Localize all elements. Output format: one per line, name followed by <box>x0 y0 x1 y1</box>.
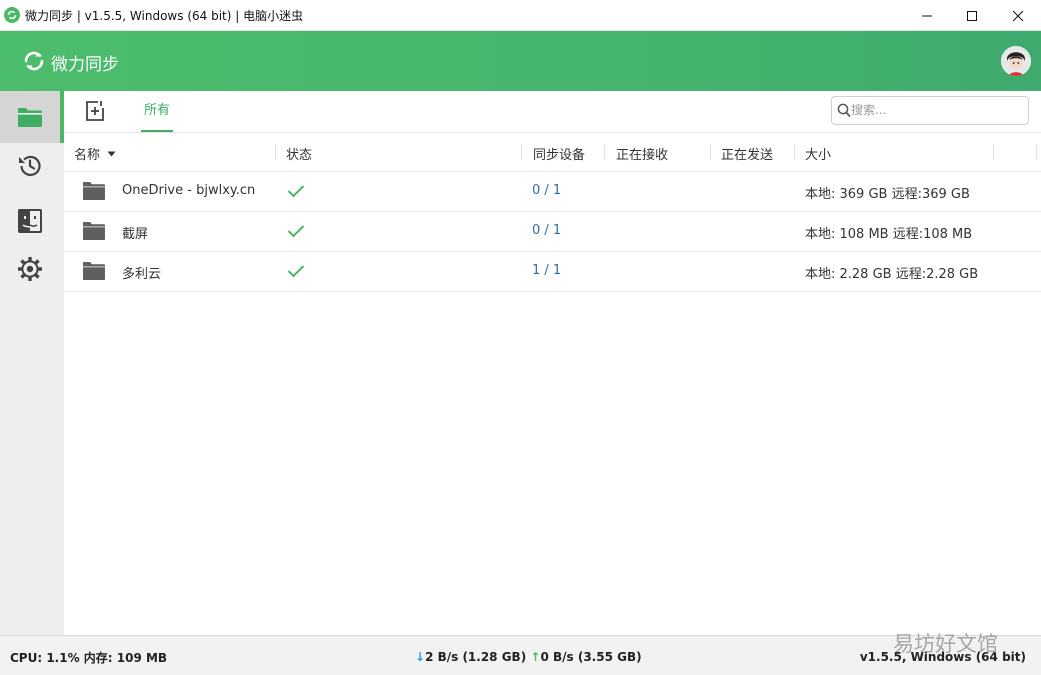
column-divider[interactable] <box>521 145 522 159</box>
folder-icon <box>83 262 105 280</box>
tab-all[interactable]: 所有 <box>141 91 173 132</box>
sidebar-item-history[interactable] <box>0 143 60 189</box>
upload-arrow-icon: ↑ <box>530 650 541 664</box>
cpu-memory-status: CPU: 1.1% 内存: 109 MB <box>10 651 168 665</box>
col-receiving-header[interactable]: 正在接收 <box>616 144 668 163</box>
folder-size: 本地: 369 GB 远程:369 GB <box>805 187 970 202</box>
sort-desc-icon <box>107 151 116 157</box>
search-box[interactable] <box>831 96 1029 125</box>
column-divider[interactable] <box>275 145 276 159</box>
table-header: 名称 状态 同步设备 正在接收 正在发送 大小 <box>64 132 1041 172</box>
synced-check-icon <box>287 185 305 198</box>
table-row[interactable]: 多利云 1 / 1 本地: 2.28 GB 远程:2.28 GB <box>64 252 1041 292</box>
add-folder-icon <box>86 101 104 121</box>
folder-name: OneDrive - bjwlxy.cn <box>122 183 256 198</box>
add-folder-button[interactable] <box>84 100 106 122</box>
col-name-label: 名称 <box>74 148 101 163</box>
folder-name: 截屏 <box>122 227 149 242</box>
window-title: 微力同步 | v1.5.5, Windows (64 bit) | 电脑小迷虫 <box>25 9 304 23</box>
search-icon <box>837 103 851 118</box>
status-bar: CPU: 1.1% 内存: 109 MB ↓2 B/s (1.28 GB) ↑0… <box>0 635 1041 675</box>
history-icon <box>19 155 41 176</box>
folder-icon <box>83 182 105 200</box>
app-brand-name: 微力同步 <box>51 55 119 75</box>
sidebar-item-folders[interactable] <box>0 91 60 143</box>
upload-rate: 0 B/s (3.55 GB) <box>540 650 642 664</box>
synced-check-icon <box>287 265 305 278</box>
folder-name: 多利云 <box>122 267 162 282</box>
search-input[interactable] <box>851 101 1021 119</box>
app-header: 微力同步 <box>0 31 1041 91</box>
sync-devices-link[interactable]: 0 / 1 <box>532 223 561 238</box>
watermark: 易坊好文馆 <box>893 632 998 656</box>
traffic-status: ↓2 B/s (1.28 GB) ↑0 B/s (3.55 GB) <box>415 650 642 664</box>
column-divider[interactable] <box>710 145 711 159</box>
sidebar-item-devices[interactable] <box>0 198 60 244</box>
sync-logo-icon <box>22 49 46 77</box>
user-avatar[interactable] <box>1001 46 1031 76</box>
column-divider[interactable] <box>604 145 605 159</box>
folder-icon <box>83 222 105 240</box>
gear-icon <box>18 257 42 281</box>
table-row[interactable]: OneDrive - bjwlxy.cn 0 / 1 本地: 369 GB 远程… <box>64 172 1041 212</box>
col-name-header[interactable]: 名称 <box>74 144 116 163</box>
sync-devices-link[interactable]: 0 / 1 <box>532 183 561 198</box>
synced-check-icon <box>287 225 305 238</box>
minimize-button[interactable] <box>904 0 950 31</box>
column-divider[interactable] <box>993 145 994 159</box>
download-arrow-icon: ↓ <box>415 650 426 664</box>
column-divider[interactable] <box>1036 145 1037 159</box>
app-icon <box>4 7 20 23</box>
toolbar: 所有 <box>64 91 1041 133</box>
table-row[interactable]: 截屏 0 / 1 本地: 108 MB 远程:108 MB <box>64 212 1041 252</box>
col-status-header[interactable]: 状态 <box>286 144 312 163</box>
sync-devices-link[interactable]: 1 / 1 <box>532 263 561 278</box>
col-devices-header[interactable]: 同步设备 <box>533 144 585 163</box>
folder-icon <box>18 108 42 127</box>
window-titlebar: 微力同步 | v1.5.5, Windows (64 bit) | 电脑小迷虫 <box>0 0 1041 31</box>
sidebar-item-settings[interactable] <box>0 246 60 292</box>
col-sending-header[interactable]: 正在发送 <box>721 144 773 163</box>
sidebar <box>0 91 64 635</box>
main-panel: 所有 名称 状态 同步设备 正在接收 正在发送 大小 O <box>64 91 1041 635</box>
download-rate: 2 B/s (1.28 GB) <box>425 650 527 664</box>
folder-size: 本地: 108 MB 远程:108 MB <box>805 227 973 242</box>
finder-icon <box>18 209 42 233</box>
column-divider[interactable] <box>794 145 795 159</box>
close-button[interactable] <box>995 0 1041 31</box>
col-size-header[interactable]: 大小 <box>805 144 831 163</box>
maximize-button[interactable] <box>949 0 995 31</box>
folder-size: 本地: 2.28 GB 远程:2.28 GB <box>805 267 979 282</box>
